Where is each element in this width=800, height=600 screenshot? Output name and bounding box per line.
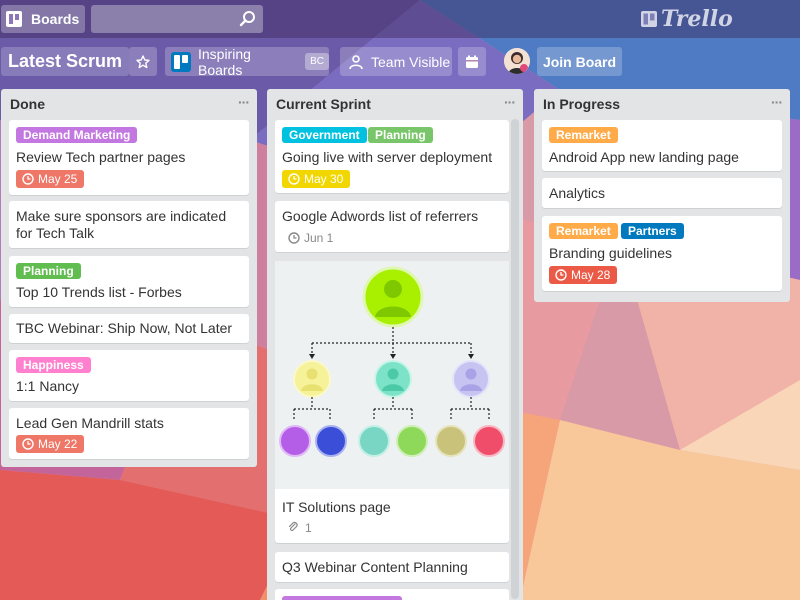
card-title: Top 10 Trends list - Forbes <box>16 284 182 300</box>
search-box[interactable] <box>91 5 263 33</box>
due-date: May 22 <box>38 437 78 451</box>
card[interactable]: Happiness 1:1 Nancy <box>9 350 249 401</box>
attachment-count: 1 <box>305 521 312 535</box>
card-title: Make sure sponsors are indicated for Tec… <box>16 208 227 241</box>
card-title: Lead Gen Mandrill stats <box>16 415 164 431</box>
card[interactable]: Government Planning Going live with serv… <box>275 120 509 193</box>
list-scrollbar[interactable] <box>511 119 519 599</box>
card[interactable]: Q3 Webinar Content Planning <box>275 552 509 582</box>
card-label: Planning <box>16 263 81 279</box>
due-date: May 28 <box>571 268 611 282</box>
due-date-badge: Jun 1 <box>282 229 340 247</box>
list-menu-icon[interactable]: ··· <box>238 94 250 110</box>
card-title: 1:1 Nancy <box>16 378 80 394</box>
card-label: Demand Marketing <box>16 127 138 143</box>
star-icon <box>136 54 150 68</box>
card-label: Remarket <box>549 223 618 239</box>
board-title[interactable]: Latest Scrum <box>1 47 130 76</box>
card-title: Branding guidelines <box>549 245 672 261</box>
card-title: Review Tech partner pages <box>16 149 186 165</box>
organization-name: Inspiring Boards <box>197 45 251 78</box>
list-title[interactable]: In Progress <box>543 96 620 112</box>
due-date: Jun 1 <box>304 231 334 245</box>
due-date: May 30 <box>304 172 344 186</box>
list-header: Done ··· <box>1 89 257 119</box>
visibility-label: Team Visible <box>371 53 451 70</box>
card[interactable]: TBC Webinar: Ship Now, Not Later <box>9 314 249 343</box>
card[interactable]: Planning Top 10 Trends list - Forbes <box>9 256 249 307</box>
list-title[interactable]: Done <box>10 96 45 112</box>
calendar-button[interactable] <box>458 47 486 76</box>
card[interactable] <box>275 589 509 600</box>
boards-button[interactable]: Boards <box>1 5 85 33</box>
card[interactable]: Lead Gen Mandrill stats May 22 <box>9 408 249 459</box>
list-in-progress: In Progress ··· Remarket Android App new… <box>534 89 790 302</box>
clock-icon <box>22 438 34 450</box>
organization-icon <box>171 51 191 72</box>
card-title: Google Adwords list of referrers <box>282 208 479 224</box>
due-date-badge: May 22 <box>16 435 85 453</box>
visibility-button[interactable]: Team Visible <box>340 47 452 76</box>
paperclip-icon <box>288 521 298 531</box>
member-avatar-image <box>504 48 530 74</box>
clock-icon <box>288 232 300 244</box>
card-label <box>282 596 402 600</box>
trello-logo-icon <box>641 11 657 27</box>
card-title: Analytics <box>549 185 606 201</box>
list-menu-icon[interactable]: ··· <box>504 94 516 110</box>
card-title: IT Solutions page <box>282 499 391 515</box>
list-done: Done ··· Demand Marketing Review Tech pa… <box>1 89 257 467</box>
card-label: Partners <box>621 223 684 239</box>
due-date-badge: May 30 <box>282 170 351 188</box>
clock-icon <box>22 173 34 185</box>
search-icon[interactable] <box>239 10 257 28</box>
organization-button[interactable]: Inspiring Boards BC <box>165 45 329 78</box>
list-current-sprint: Current Sprint ··· Government Planning G… <box>267 89 523 600</box>
card-cover-image <box>275 261 509 489</box>
card[interactable]: IT Solutions page 1 <box>275 261 509 543</box>
card-title: Android App new landing page <box>549 149 739 165</box>
card-title: Going live with server deployment <box>282 149 493 165</box>
boards-button-label: Boards <box>31 11 80 27</box>
list-header: Current Sprint ··· <box>267 89 523 119</box>
join-board-button[interactable]: Join Board <box>537 47 622 76</box>
team-icon <box>349 54 363 69</box>
card-title: Q3 Webinar Content Planning <box>282 559 468 575</box>
member-avatar[interactable] <box>504 48 530 74</box>
card-title: TBC Webinar: Ship Now, Not Later <box>16 320 233 336</box>
card[interactable]: Remarket Android App new landing page <box>542 120 782 171</box>
search-input[interactable] <box>91 5 231 33</box>
card[interactable]: Google Adwords list of referrers Jun 1 <box>275 201 509 252</box>
clock-icon <box>555 269 567 281</box>
list-header: In Progress ··· <box>534 89 790 119</box>
card[interactable]: Demand Marketing Review Tech partner pag… <box>9 120 249 195</box>
star-board-button[interactable] <box>129 47 157 76</box>
trello-logo-text: Trello <box>661 6 733 32</box>
list-menu-icon[interactable]: ··· <box>771 94 783 110</box>
list-title[interactable]: Current Sprint <box>276 96 371 112</box>
trello-logo[interactable]: Trello <box>640 6 733 32</box>
card-label: Remarket <box>549 127 618 143</box>
attachment-badge: 1 <box>287 521 312 535</box>
clock-icon <box>288 173 300 185</box>
due-date: May 25 <box>38 172 78 186</box>
app-header: Boards Trello <box>0 0 800 38</box>
organization-badge: BC <box>305 53 329 70</box>
due-date-badge: May 28 <box>549 266 618 284</box>
card-label: Happiness <box>16 357 91 373</box>
due-date-badge: May 25 <box>16 170 85 188</box>
card[interactable]: Make sure sponsors are indicated for Tec… <box>9 201 249 248</box>
card[interactable]: Analytics <box>542 178 782 208</box>
card[interactable]: Remarket Partners Branding guidelines Ma… <box>542 216 782 291</box>
boards-icon <box>6 11 22 27</box>
card-label: Planning <box>368 127 433 143</box>
calendar-icon <box>466 55 478 68</box>
card-label: Government <box>282 127 367 143</box>
